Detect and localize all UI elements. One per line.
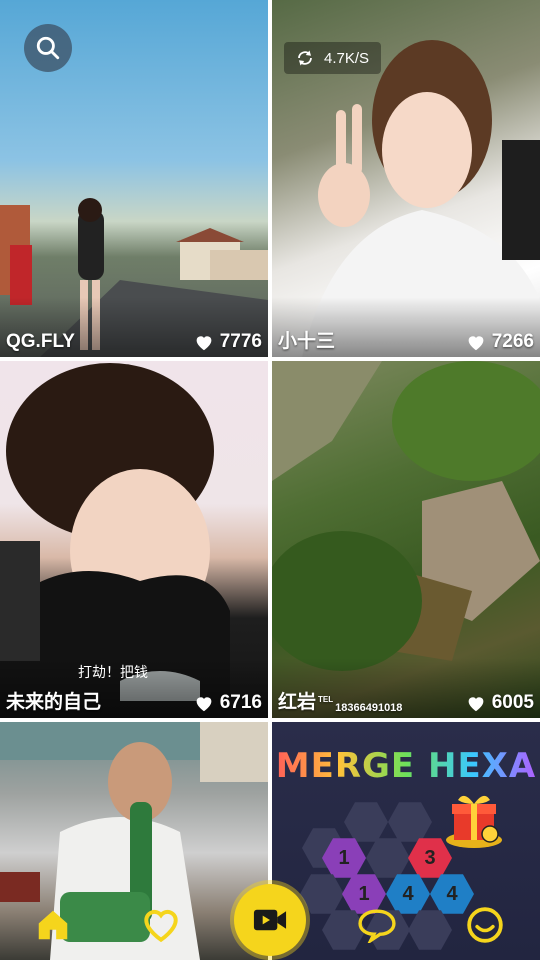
author-name: 未来的自己 [6,692,102,713]
hex-cell [344,802,388,842]
game-ad-title: MERGE HEXA [272,746,540,786]
record-video-button[interactable] [234,884,306,956]
author-name: 红岩 TEL18366491018 [278,687,402,714]
heart-icon [144,909,178,943]
like-count-value: 6005 [491,692,534,713]
hex-cell [366,838,410,878]
like-count: 7776 [194,331,262,353]
video-card[interactable]: 打劫！把钱 未来的自己 6716 [0,361,268,718]
search-icon [36,36,60,60]
network-speed-indicator: 4.7K/S [284,42,382,74]
nav-home[interactable] [28,900,78,950]
author-name: 小十三 [278,331,336,352]
bottom-navigation [0,878,540,960]
tel-label: TEL [318,695,334,704]
hex-cell [388,802,432,842]
video-card[interactable]: 红岩 TEL18366491018 6005 [272,361,540,718]
chat-bubble-icon [358,909,396,943]
nav-favorites[interactable] [136,900,186,950]
nav-messages[interactable] [352,900,402,950]
heart-icon [194,333,214,351]
heart-icon [194,694,214,712]
heart-icon [466,333,486,351]
like-count-value: 6716 [219,692,262,713]
heart-icon [466,694,486,712]
video-feed-grid: QG.FLY 7776 小十三 7266 打劫！把钱 未来的自己 6716 红岩… [0,0,540,960]
smiley-icon [467,907,503,943]
like-count-value: 7776 [219,331,262,352]
refresh-arrows-icon [298,50,312,66]
author-name: QG.FLY [6,331,75,352]
gift-box-icon [446,795,502,848]
like-count: 7266 [466,331,534,353]
like-count: 6716 [194,692,262,714]
author-name-text: 红岩 [278,692,317,713]
phone-number: 18366491018 [335,702,403,714]
network-speed-text: 4.7K/S [324,49,370,67]
like-count: 6005 [466,692,534,714]
video-subtitle: 打劫！把钱 [78,664,148,680]
home-icon [38,910,68,940]
nav-profile[interactable] [460,900,510,950]
video-camera-icon [253,909,287,931]
search-button[interactable] [24,24,72,72]
like-count-value: 7266 [491,331,534,352]
